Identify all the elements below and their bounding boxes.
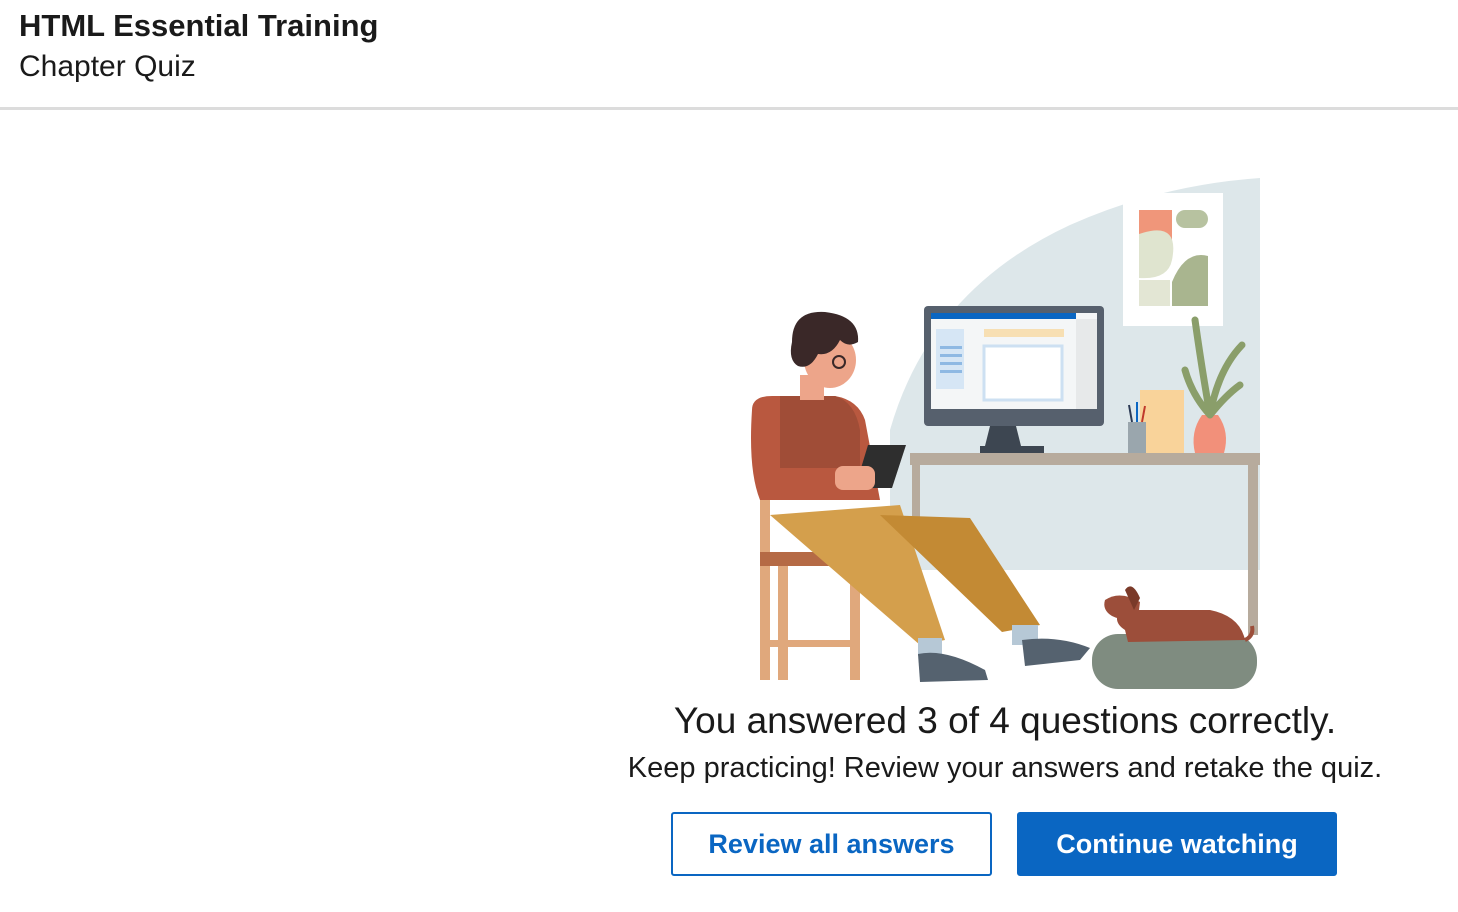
result-message: Keep practicing! Review your answers and… xyxy=(627,752,1383,784)
course-title: HTML Essential Training xyxy=(19,8,379,43)
result-heading: You answered 3 of 4 questions correctly. xyxy=(673,700,1337,741)
continue-watching-button[interactable]: Continue watching xyxy=(1017,812,1337,876)
quiz-result-illustration xyxy=(751,178,1260,689)
quiz-header: HTML Essential Training Chapter Quiz xyxy=(0,0,1458,110)
review-all-answers-button[interactable]: Review all answers xyxy=(671,812,992,876)
quiz-subtitle: Chapter Quiz xyxy=(19,50,196,83)
